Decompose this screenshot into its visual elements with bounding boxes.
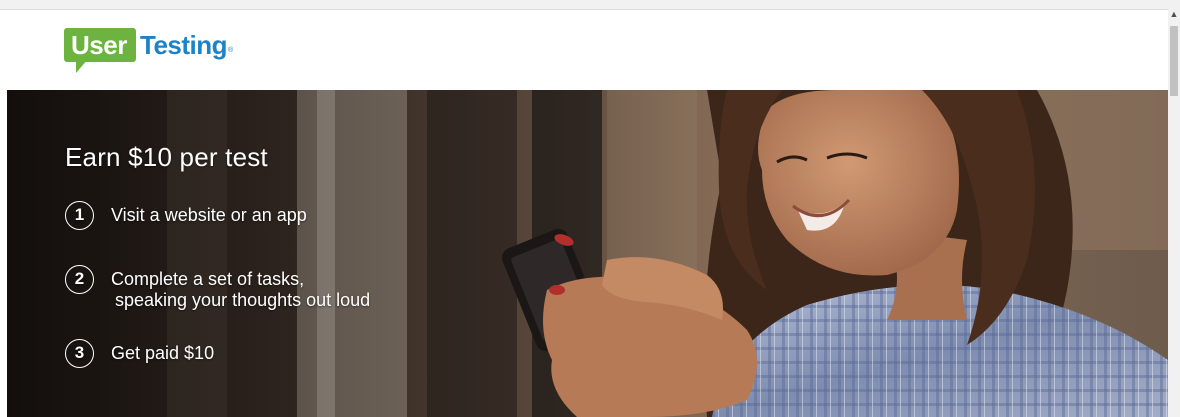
step-number-badge: 1 — [65, 201, 94, 230]
page-scrollbar[interactable]: ▲ — [1168, 0, 1180, 417]
logo-testing-word: Testing® — [140, 28, 233, 62]
step-text: Visit a website or an app — [111, 205, 307, 225]
hero-photo — [7, 90, 1168, 417]
step-text: Get paid $10 — [111, 343, 215, 363]
registered-mark: ® — [228, 47, 233, 54]
step-number-badge: 3 — [65, 339, 94, 368]
chevron-up-icon[interactable]: ▲ — [1168, 8, 1180, 20]
step-text: Complete a set of tasks, speaking your t… — [111, 269, 370, 311]
step-text-line-1: Complete a set of tasks, — [111, 269, 305, 289]
logo-testing-text: Testing — [140, 30, 228, 60]
logo-speech-tail — [76, 59, 88, 73]
hero-headline: Earn $10 per test — [65, 142, 268, 172]
scrollbar-thumb[interactable] — [1170, 26, 1178, 96]
site-header: User Testing® — [0, 10, 1168, 90]
hero-banner: Earn $10 per test 1 Visit a website or a… — [7, 90, 1168, 417]
browser-top-edge — [0, 0, 1168, 10]
step-number-badge: 2 — [65, 265, 94, 294]
logo-user-badge: User — [64, 28, 136, 62]
step-text-line-2: speaking your thoughts out loud — [115, 290, 371, 310]
